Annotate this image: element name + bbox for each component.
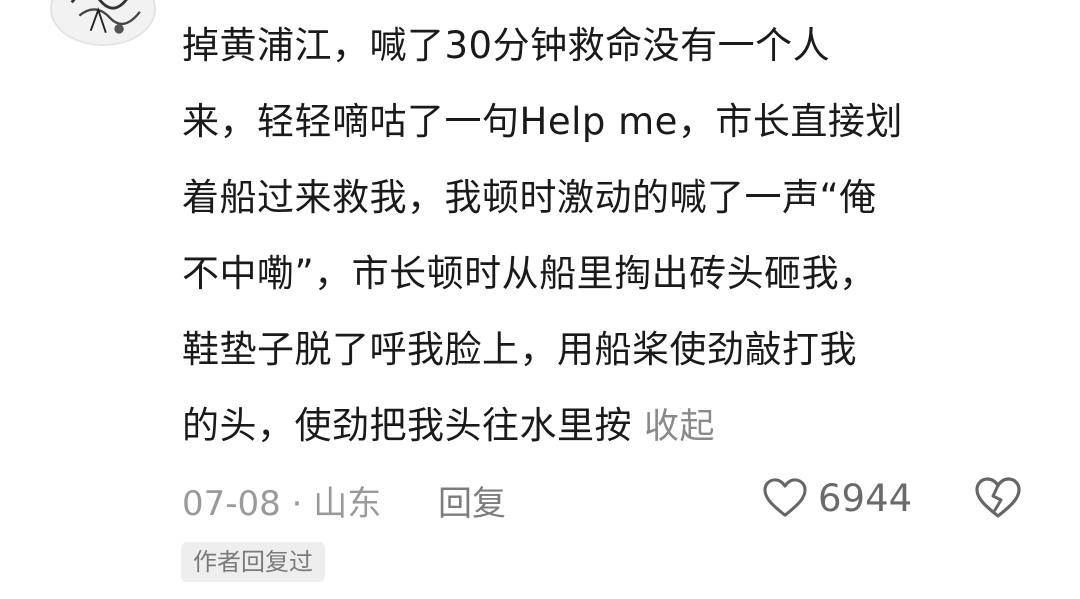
comment-line: 来，轻轻嘀咕了一句Help me，市长直接划 (182, 100, 903, 143)
comment-line: 着船过来救我，我顿时激动的喊了一声“俺 (182, 176, 877, 219)
comment-text: 掉黄浦江，喊了30分钟救命没有一个人 来，轻轻嘀咕了一句Help me，市长直接… (182, 8, 1042, 464)
avatar[interactable] (50, 0, 156, 46)
collapse-button[interactable]: 收起 (644, 407, 715, 447)
author-replied-badge: 作者回复过 (181, 542, 325, 582)
heart-outline-icon (763, 478, 807, 517)
comment-date-location: 07-08 · 山东 (182, 484, 382, 524)
comment-meta-row: 07-08 · 山东 回复 6944 (182, 470, 1032, 526)
like-count: 6944 (818, 476, 913, 520)
comment-line: 鞋垫子脱了呼我脸上，用船桨使劲敲打我 (182, 328, 857, 371)
comment-line: 的头，使劲把我头往水里按 (182, 404, 632, 447)
comment-last-line: 的头，使劲把我头往水里按 收起 (182, 388, 1042, 464)
broken-heart-icon (975, 477, 1021, 518)
like-button[interactable]: 6944 (762, 470, 912, 526)
reply-button[interactable]: 回复 (438, 476, 506, 525)
comment-line: 掉黄浦江，喊了30分钟救命没有一个人 (182, 24, 831, 67)
avatar-image (52, 0, 154, 44)
comment-line: 不中嘞”，市长顿时从船里掏出砖头砸我， (182, 252, 877, 295)
dislike-button[interactable] (974, 476, 1022, 520)
